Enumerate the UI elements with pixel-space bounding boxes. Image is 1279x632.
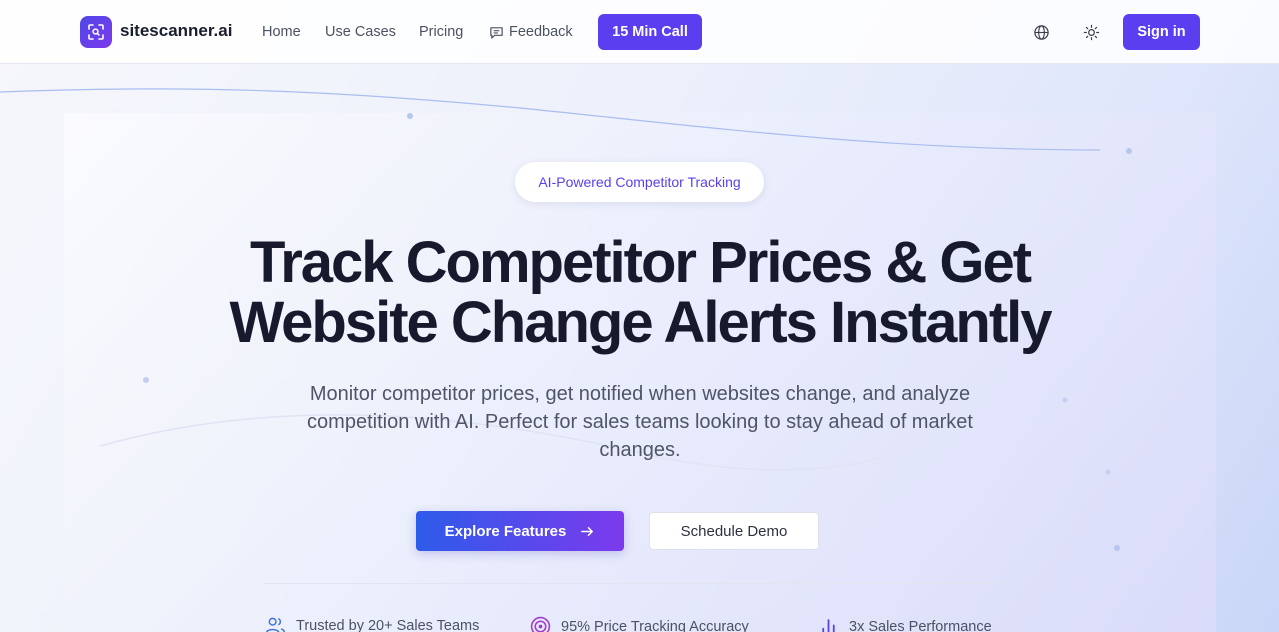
target-icon	[530, 616, 551, 632]
arrow-right-icon	[581, 526, 594, 536]
explore-features-button[interactable]: Explore Features	[416, 511, 624, 551]
hero-badge: AI-Powered Competitor Tracking	[515, 162, 764, 202]
explore-features-label: Explore Features	[444, 522, 567, 540]
headline-line-1: Track Competitor Prices & Get	[249, 230, 1032, 295]
book-call-button[interactable]: 15 Min Call	[598, 14, 702, 50]
theme-toggle-button[interactable]	[1081, 22, 1101, 42]
stat-trusted-label: Trusted by 20+ Sales Teams	[296, 617, 480, 632]
scan-search-icon	[88, 24, 104, 40]
stats-divider	[264, 583, 1004, 584]
hero-subtext: Monitor competitor prices, get notified …	[307, 383, 973, 461]
feedback-label: Feedback	[509, 24, 573, 40]
top-navigation: sitescanner.ai Home Use Cases Pricing Fe…	[0, 0, 1279, 64]
stat-accuracy: 95% Price Tracking Accuracy	[530, 616, 749, 632]
users-icon	[266, 617, 286, 632]
bar-chart-icon	[822, 619, 835, 632]
stat-performance-label: 3x Sales Performance	[849, 618, 992, 632]
hero-headline: Track Competitor Prices & Get Website Ch…	[140, 233, 1140, 353]
globe-icon	[1033, 24, 1049, 40]
message-icon	[490, 26, 503, 39]
logo-icon[interactable]	[80, 16, 112, 48]
stat-performance: 3x Sales Performance	[818, 616, 992, 632]
language-button[interactable]	[1031, 22, 1051, 42]
stat-accuracy-label: 95% Price Tracking Accuracy	[561, 618, 749, 632]
schedule-demo-button[interactable]: Schedule Demo	[649, 512, 819, 550]
sign-in-button[interactable]: Sign in	[1123, 14, 1200, 50]
nav-home[interactable]: Home	[262, 24, 301, 40]
stat-trusted: Trusted by 20+ Sales Teams	[265, 616, 479, 632]
nav-use-cases[interactable]: Use Cases	[325, 24, 396, 40]
sun-icon	[1083, 24, 1099, 40]
headline-line-2: Website Change Alerts Instantly	[229, 290, 1052, 355]
brand-name[interactable]: sitescanner.ai	[120, 21, 232, 41]
nav-feedback[interactable]: Feedback	[489, 24, 573, 40]
nav-pricing[interactable]: Pricing	[419, 24, 463, 40]
